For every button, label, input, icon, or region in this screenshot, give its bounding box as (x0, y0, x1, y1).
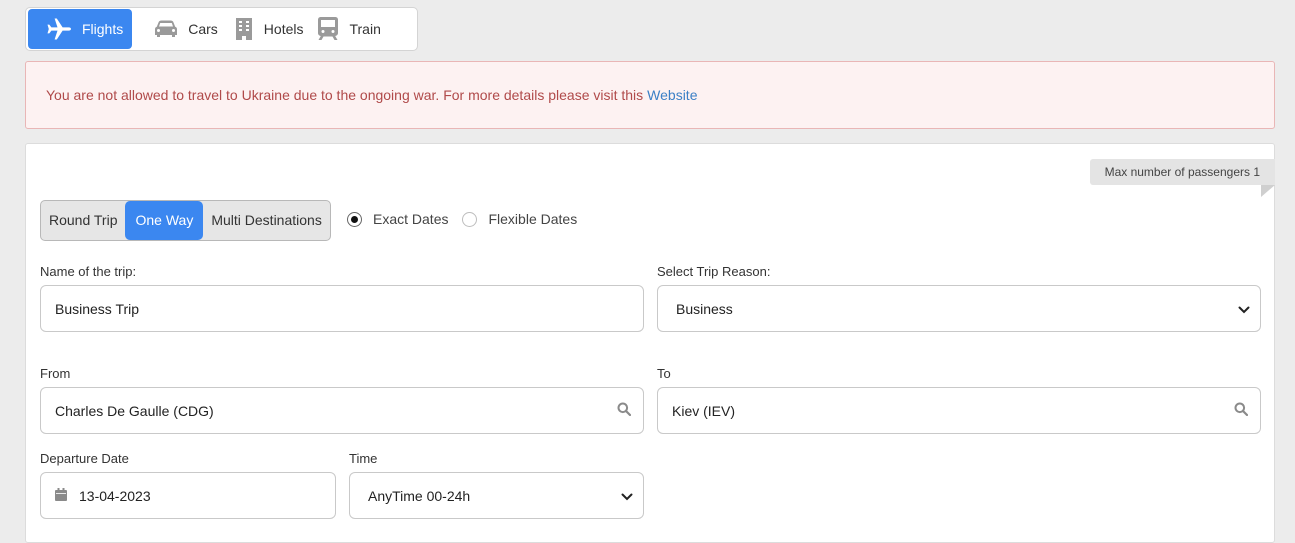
search-icon[interactable] (1234, 402, 1249, 419)
trip-name-label: Name of the trip: (40, 264, 137, 279)
chevron-down-icon (1238, 301, 1250, 317)
time-value: AnyTime 00-24h (368, 487, 471, 504)
tab-cars-label: Cars (188, 21, 218, 37)
from-input[interactable]: Charles De Gaulle (CDG) (40, 387, 644, 434)
max-passengers-badge: Max number of passengers 1 (1089, 159, 1276, 197)
chevron-down-icon (621, 488, 633, 504)
to-value: Kiev (IEV) (672, 402, 736, 419)
to-input[interactable]: Kiev (IEV) (657, 387, 1261, 434)
train-icon (317, 17, 339, 41)
departure-date-label: Departure Date (40, 451, 129, 466)
tab-flights-label: Flights (82, 21, 124, 37)
tab-hotels-label: Hotels (263, 21, 304, 37)
flight-search-card: Max number of passengers 1 Round Trip On… (25, 143, 1276, 543)
flexible-dates-label: Flexible Dates (488, 211, 578, 227)
trip-reason-select[interactable]: Business (657, 285, 1261, 332)
time-select[interactable]: AnyTime 00-24h (349, 472, 644, 519)
building-icon (234, 18, 254, 40)
alert-message: You are not allowed to travel to Ukraine… (46, 87, 644, 103)
departure-date-value: 13-04-2023 (79, 487, 151, 504)
travel-warning-alert: You are not allowed to travel to Ukraine… (25, 61, 1275, 129)
trip-reason-value: Business (676, 300, 733, 317)
tab-train-label: Train (349, 21, 381, 37)
from-label: From (40, 366, 71, 381)
tab-cars[interactable]: Cars (132, 9, 230, 49)
trip-type-one-way[interactable]: One Way (125, 201, 204, 240)
tab-flights[interactable]: Flights (28, 9, 133, 49)
website-link[interactable]: Website (647, 87, 697, 103)
airplane-icon (46, 18, 72, 40)
tab-train[interactable]: Train (315, 9, 392, 49)
trip-name-input[interactable]: Business Trip (40, 285, 644, 332)
from-value: Charles De Gaulle (CDG) (55, 402, 214, 419)
departure-date-input[interactable]: 13-04-2023 (40, 472, 336, 519)
flexible-dates-radio[interactable] (462, 211, 478, 227)
calendar-icon (55, 487, 67, 504)
car-icon (154, 20, 178, 38)
trip-type-selector: Round Trip One Way Multi Destinations (40, 200, 331, 241)
time-label: Time (349, 451, 378, 466)
exact-dates-label: Exact Dates (373, 211, 449, 227)
to-label: To (657, 366, 671, 381)
trip-type-multi-destinations[interactable]: Multi Destinations (203, 201, 330, 240)
trip-type-round-trip[interactable]: Round Trip (41, 201, 125, 240)
trip-name-value: Business Trip (55, 300, 140, 317)
travel-mode-tabs: Flights Cars Hotels Train (25, 7, 418, 51)
tab-hotels[interactable]: Hotels (230, 9, 316, 49)
exact-dates-option[interactable]: Exact Dates (347, 211, 448, 227)
flexible-dates-option[interactable]: Flexible Dates (462, 211, 577, 227)
search-icon[interactable] (617, 402, 632, 419)
exact-dates-radio[interactable] (347, 211, 362, 227)
date-mode-options: Exact Dates Flexible Dates (347, 211, 591, 227)
trip-reason-label: Select Trip Reason: (657, 264, 771, 279)
